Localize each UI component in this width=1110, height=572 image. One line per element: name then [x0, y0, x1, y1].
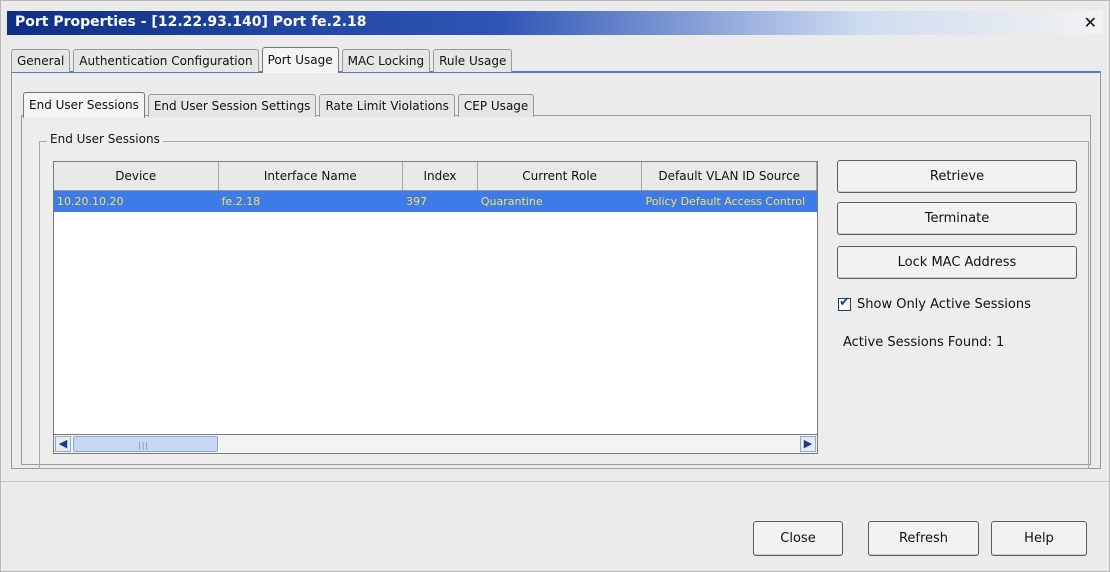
cell-device: 10.20.10.20	[57, 195, 124, 208]
checkbox-box[interactable]: ✔	[838, 295, 851, 311]
footer-divider	[1, 481, 1109, 482]
column-header-default-vlan-id-source[interactable]: Default VLAN ID Source	[642, 162, 817, 190]
tab-port-usage[interactable]: Port Usage	[261, 47, 339, 73]
column-header-interface-name[interactable]: Interface Name	[219, 162, 404, 190]
column-header-index[interactable]: Index	[403, 162, 478, 190]
table-header: Device Interface Name Index Current Role…	[54, 162, 817, 191]
retrieve-button[interactable]: Retrieve	[837, 160, 1077, 193]
tab-rule-usage[interactable]: Rule Usage	[433, 49, 513, 72]
main-tab-strip: General Authentication Configuration Por…	[11, 46, 515, 73]
horizontal-scrollbar[interactable]: ◀ ||| ▶	[53, 434, 818, 454]
show-active-sessions-checkbox[interactable]: ✔ Show Only Active Sessions	[838, 295, 1031, 312]
active-sessions-found: Active Sessions Found: 1	[843, 335, 1005, 350]
window-title: Port Properties - [12.22.93.140] Port fe…	[15, 14, 367, 30]
title-bar[interactable]: Port Properties - [12.22.93.140] Port fe…	[7, 11, 1103, 35]
tab-end-user-sessions[interactable]: End User Sessions	[23, 92, 145, 118]
cell-current-role: Quarantine	[480, 195, 543, 208]
groupbox-title: End User Sessions	[47, 132, 163, 146]
terminate-button[interactable]: Terminate	[837, 202, 1077, 235]
cell-index: 397	[406, 195, 428, 208]
tab-authentication-configuration[interactable]: Authentication Configuration	[73, 49, 259, 72]
table-row[interactable]: 10.20.10.20 fe.2.18 397 Quarantine Polic…	[54, 191, 817, 212]
scrollbar-thumb[interactable]: |||	[73, 436, 218, 452]
checkmark-icon: ✔	[839, 295, 850, 310]
sub-tab-strip: End User Sessions End User Session Setti…	[23, 91, 537, 118]
sessions-table: Device Interface Name Index Current Role…	[53, 161, 818, 454]
scroll-left-icon[interactable]: ◀	[55, 436, 71, 452]
port-properties-window: Port Properties - [12.22.93.140] Port fe…	[0, 0, 1110, 572]
tab-rate-limit-violations[interactable]: Rate Limit Violations	[319, 94, 455, 117]
cell-default-vlan-id-source: Policy Default Access Control	[645, 195, 806, 208]
cell-interface-name: fe.2.18	[221, 195, 261, 208]
tab-end-user-session-settings[interactable]: End User Session Settings	[147, 94, 317, 117]
help-button[interactable]: Help	[991, 521, 1087, 556]
column-header-device[interactable]: Device	[54, 162, 219, 190]
lock-mac-address-button[interactable]: Lock MAC Address	[837, 246, 1077, 279]
tab-mac-locking[interactable]: MAC Locking	[341, 49, 431, 72]
column-header-current-role[interactable]: Current Role	[478, 162, 643, 190]
scroll-right-icon[interactable]: ▶	[800, 436, 816, 452]
tab-cep-usage[interactable]: CEP Usage	[457, 94, 535, 117]
refresh-button[interactable]: Refresh	[868, 521, 979, 556]
tab-general[interactable]: General	[11, 49, 71, 72]
grip-icon: |||	[138, 441, 150, 450]
close-icon[interactable]: ✕	[1084, 13, 1097, 32]
close-button[interactable]: Close	[753, 521, 843, 556]
show-active-sessions-label: Show Only Active Sessions	[857, 297, 1031, 312]
